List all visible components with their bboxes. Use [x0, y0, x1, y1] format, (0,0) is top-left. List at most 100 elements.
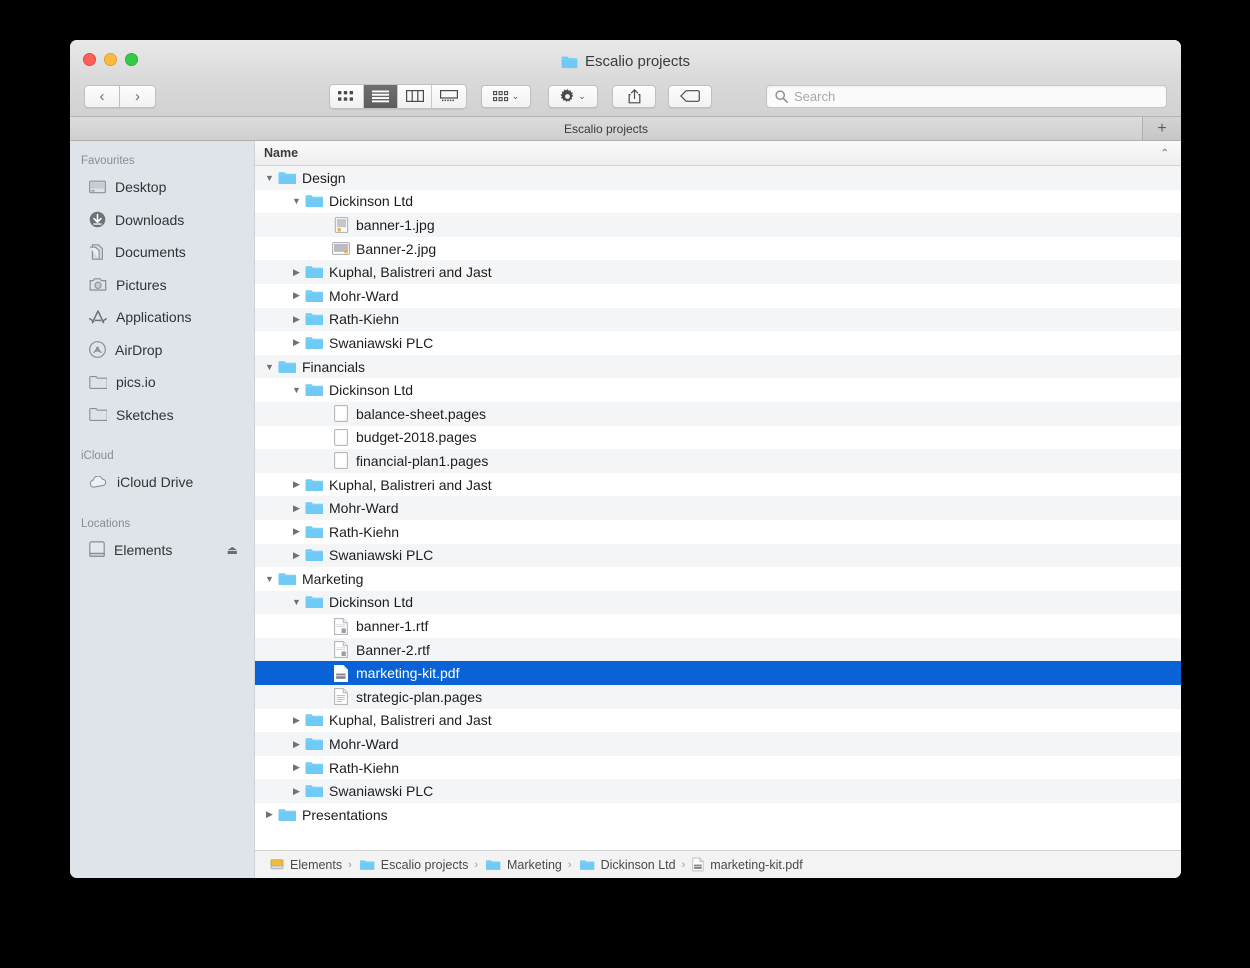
table-row[interactable]: ▶ Mohr-Ward [255, 284, 1181, 308]
table-row[interactable]: ▶ Rath-Kiehn [255, 307, 1181, 332]
disclosure-triangle-closed-icon[interactable]: ▶ [290, 337, 303, 348]
breadcrumb-item[interactable]: marketing-kit.pdf [691, 856, 803, 873]
sidebar-item-label: pics.io [116, 374, 156, 391]
file-name: Dickinson Ltd [329, 594, 414, 611]
sidebar-item-desktop[interactable]: Desktop [70, 171, 254, 204]
tab-escalio-projects[interactable]: Escalio projects [70, 117, 1143, 140]
file-name: Kuphal, Balistreri and Jast [329, 264, 492, 281]
file-name: Mohr-Ward [329, 287, 399, 304]
table-row[interactable]: financial-plan1.pages [255, 449, 1181, 473]
disclosure-triangle-closed-icon[interactable]: ▶ [290, 314, 303, 325]
icon-view-button[interactable] [330, 84, 364, 108]
table-row[interactable]: ▶ Kuphal, Balistreri and Jast [255, 260, 1181, 284]
table-row[interactable]: balance-sheet.pages [255, 401, 1181, 426]
disclosure-triangle-closed-icon[interactable]: ▶ [290, 267, 303, 278]
sidebar-item-label: Elements [114, 541, 173, 558]
disclosure-triangle-closed-icon[interactable]: ▶ [290, 550, 303, 561]
image-wide-icon [332, 241, 350, 257]
disclosure-triangle-closed-icon[interactable]: ▶ [290, 715, 303, 726]
disclosure-triangle-open-icon[interactable]: ▼ [290, 385, 303, 395]
table-row[interactable]: budget-2018.pages [255, 426, 1181, 450]
eject-icon[interactable]: ⏏ [227, 543, 238, 557]
action-menu-button[interactable]: ⌄ [548, 84, 598, 108]
table-row[interactable]: ▶ Swaniawski PLC [255, 331, 1181, 355]
disclosure-triangle-closed-icon[interactable]: ▶ [290, 503, 303, 514]
table-row[interactable]: ▶ Swaniawski PLC [255, 779, 1181, 804]
disclosure-triangle-open-icon[interactable]: ▼ [263, 173, 276, 183]
table-row[interactable]: ▶ Kuphal, Balistreri and Jast [255, 473, 1181, 497]
sidebar-item-downloads[interactable]: Downloads [70, 204, 254, 237]
downloads-icon [89, 211, 106, 228]
sidebar-item-label: Sketches [116, 406, 174, 423]
table-row[interactable]: banner-1.rtf [255, 614, 1181, 638]
list-view-button[interactable] [364, 84, 398, 108]
table-row[interactable]: ▼ Marketing [255, 567, 1181, 591]
sidebar-item-documents[interactable]: Documents [70, 236, 254, 269]
disclosure-triangle-open-icon[interactable]: ▼ [263, 362, 276, 372]
breadcrumb-item[interactable]: Escalio projects [358, 858, 468, 872]
finder-window: Escalio projects ‹ › ⌄ ⌄ Search Escalio … [70, 40, 1181, 878]
table-row[interactable]: ▼ Dickinson Ltd [255, 378, 1181, 402]
sidebar-item-elements[interactable]: Elements ⏏ [70, 534, 254, 567]
back-button[interactable]: ‹ [84, 84, 120, 108]
sidebar-item-pictures[interactable]: Pictures [70, 269, 254, 302]
disclosure-triangle-closed-icon[interactable]: ▶ [290, 290, 303, 301]
table-row[interactable]: marketing-kit.pdf [255, 661, 1181, 686]
table-row[interactable]: ▶ Kuphal, Balistreri and Jast [255, 709, 1181, 733]
disclosure-triangle-closed-icon[interactable]: ▶ [290, 526, 303, 537]
disclosure-triangle-closed-icon[interactable]: ▶ [290, 479, 303, 490]
table-row[interactable]: ▶ Mohr-Ward [255, 732, 1181, 756]
sidebar-item-label: Documents [115, 244, 186, 261]
search-field[interactable]: Search [766, 84, 1167, 108]
sidebar-item-icloud-drive[interactable]: iCloud Drive [70, 466, 254, 499]
breadcrumb-item[interactable]: Marketing [484, 858, 562, 872]
tag-button[interactable] [668, 84, 712, 108]
disclosure-triangle-open-icon[interactable]: ▼ [290, 597, 303, 607]
sidebar-item-airdrop[interactable]: AirDrop [70, 334, 254, 367]
disclosure-triangle-closed-icon[interactable]: ▶ [290, 786, 303, 797]
table-row[interactable]: ▼ Dickinson Ltd [255, 190, 1181, 214]
table-row[interactable]: strategic-plan.pages [255, 685, 1181, 709]
new-tab-button[interactable]: + [1143, 117, 1181, 140]
arrange-by-button[interactable]: ⌄ [481, 84, 531, 108]
table-row[interactable]: banner-1.jpg [255, 213, 1181, 237]
applications-icon [89, 309, 107, 325]
disclosure-triangle-open-icon[interactable]: ▼ [290, 196, 303, 206]
forward-button[interactable]: › [120, 84, 156, 108]
folder-blue-icon [561, 55, 578, 69]
image-icon [332, 217, 350, 233]
table-row[interactable]: Banner-2.jpg [255, 237, 1181, 261]
gallery-view-button[interactable] [432, 84, 466, 108]
breadcrumb-item[interactable]: Dickinson Ltd [578, 858, 676, 872]
file-name: Dickinson Ltd [329, 193, 414, 210]
table-row[interactable]: Banner-2.rtf [255, 637, 1181, 662]
disclosure-triangle-closed-icon[interactable]: ▶ [263, 809, 276, 820]
sidebar-item-pics-io[interactable]: pics.io [70, 366, 254, 399]
table-row[interactable]: ▼ Financials [255, 354, 1181, 379]
disclosure-triangle-closed-icon[interactable]: ▶ [290, 762, 303, 773]
table-row[interactable]: ▶ Swaniawski PLC [255, 543, 1181, 568]
toolbar: ‹ › ⌄ ⌄ Search [70, 78, 1181, 114]
table-row[interactable]: ▶ Rath-Kiehn [255, 520, 1181, 544]
rtf-icon [332, 641, 350, 659]
table-row[interactable]: ▶ Presentations [255, 803, 1181, 827]
search-input[interactable]: Search [794, 89, 835, 104]
sidebar-item-applications[interactable]: Applications [70, 301, 254, 334]
table-row[interactable]: ▶ Rath-Kiehn [255, 756, 1181, 780]
column-header-name[interactable]: Name ⌃ [255, 141, 1181, 166]
folder-blue-icon [305, 712, 323, 728]
share-button[interactable] [612, 84, 656, 108]
breadcrumb-separator-icon: › [348, 858, 352, 871]
disclosure-triangle-open-icon[interactable]: ▼ [263, 574, 276, 584]
table-row[interactable]: ▼ Dickinson Ltd [255, 590, 1181, 615]
file-name: budget-2018.pages [356, 429, 477, 446]
disclosure-triangle-closed-icon[interactable]: ▶ [290, 739, 303, 750]
folder-blue-icon [305, 311, 323, 327]
table-row[interactable]: ▶ Mohr-Ward [255, 496, 1181, 520]
column-view-button[interactable] [398, 84, 432, 108]
icon-view-icon [338, 90, 353, 101]
sidebar-item-sketches[interactable]: Sketches [70, 399, 254, 432]
breadcrumb-item[interactable]: Elements [269, 858, 342, 872]
drive-yellow-icon [270, 859, 284, 870]
table-row[interactable]: ▼ Design [255, 166, 1181, 190]
